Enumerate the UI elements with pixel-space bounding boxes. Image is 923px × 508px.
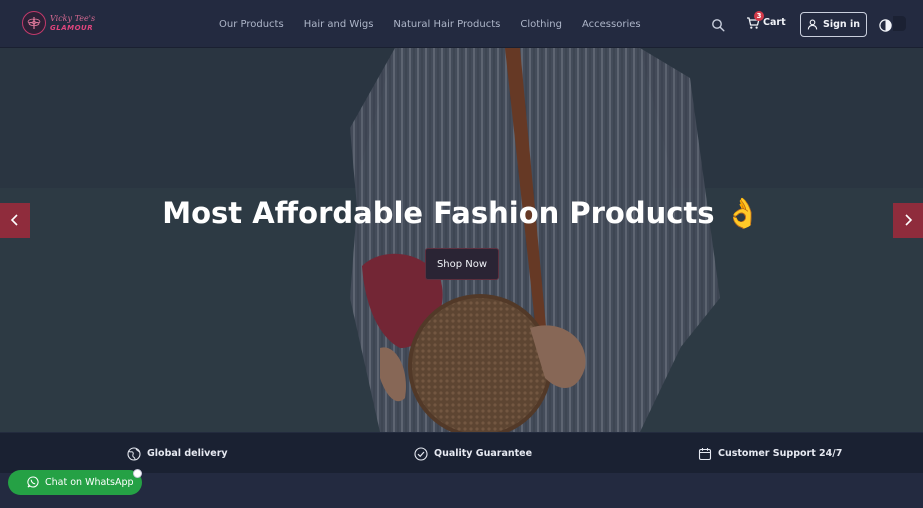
brand-logo[interactable]: Vicky Tee's GLAMOUR xyxy=(22,11,95,35)
whatsapp-icon xyxy=(27,473,39,492)
carousel-next-button[interactable] xyxy=(893,203,923,238)
features-bar: Global delivery Quality Guarantee Custom… xyxy=(0,432,923,473)
cart-label: Cart xyxy=(763,16,786,28)
feature-customer-support: Customer Support 24/7 xyxy=(698,446,843,461)
whatsapp-status-dot xyxy=(133,469,142,478)
hero-title: Most Affordable Fashion Products 👌 xyxy=(162,196,761,230)
top-navbar: Vicky Tee's GLAMOUR Our Products Hair an… xyxy=(0,0,923,48)
shop-now-button[interactable]: Shop Now xyxy=(425,248,499,280)
brand-line-1: Vicky Tee's xyxy=(50,13,96,23)
hero-overlay xyxy=(0,48,923,432)
half-moon-icon[interactable] xyxy=(879,17,892,32)
nav-item-our-products[interactable]: Our Products xyxy=(219,19,284,30)
cart-icon: 3 xyxy=(746,11,764,29)
feature-label: Global delivery xyxy=(147,447,228,459)
dragonfly-icon xyxy=(22,11,46,35)
chevron-right-icon xyxy=(903,211,913,230)
check-circle-icon xyxy=(414,446,428,461)
nav-item-natural-hair-products[interactable]: Natural Hair Products xyxy=(393,19,500,30)
hero-carousel: Most Affordable Fashion Products 👌 Shop … xyxy=(0,48,923,432)
theme-toggle-track[interactable] xyxy=(893,16,906,31)
user-icon xyxy=(807,15,818,34)
nav-item-accessories[interactable]: Accessories xyxy=(582,19,641,30)
feature-quality-guarantee: Quality Guarantee xyxy=(414,446,533,461)
whatsapp-chat-button[interactable]: Chat on WhatsApp xyxy=(8,470,142,495)
feature-label: Customer Support 24/7 xyxy=(718,447,843,459)
calendar-icon xyxy=(698,446,712,461)
main-menu: Our Products Hair and Wigs Natural Hair … xyxy=(219,0,661,48)
sign-in-button[interactable]: Sign in xyxy=(800,12,867,37)
nav-item-clothing[interactable]: Clothing xyxy=(520,19,562,30)
nav-item-hair-and-wigs[interactable]: Hair and Wigs xyxy=(304,19,374,30)
brand-line-2: GLAMOUR xyxy=(50,23,94,32)
carousel-prev-button[interactable] xyxy=(0,203,30,238)
search-icon[interactable] xyxy=(711,17,725,32)
brand-name: Vicky Tee's GLAMOUR xyxy=(50,13,96,32)
feature-label: Quality Guarantee xyxy=(434,447,533,459)
sign-in-label: Sign in xyxy=(823,19,860,30)
chevron-left-icon xyxy=(10,211,20,230)
cart-count-badge: 3 xyxy=(754,11,764,21)
whatsapp-label: Chat on WhatsApp xyxy=(45,477,134,488)
cart-button[interactable]: 3 Cart xyxy=(746,11,786,29)
feature-global-delivery: Global delivery xyxy=(127,446,228,461)
globe-icon xyxy=(127,446,141,461)
